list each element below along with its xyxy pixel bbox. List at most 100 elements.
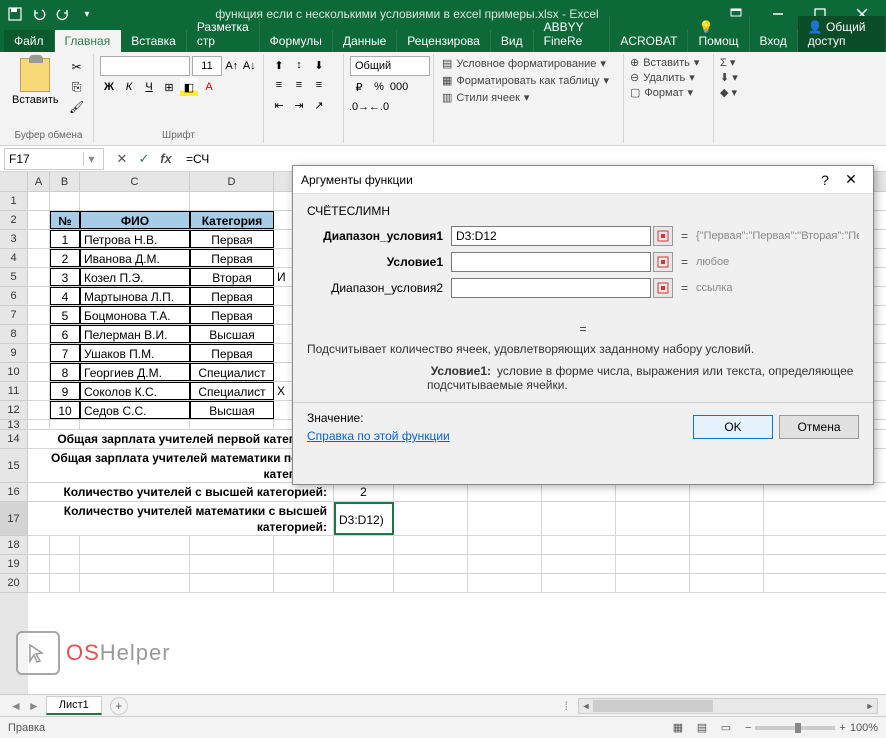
row-header[interactable]: 15 xyxy=(0,449,28,483)
decrease-decimal-icon[interactable]: ←.0 xyxy=(370,98,388,116)
dialog-titlebar[interactable]: Аргументы функции ? ✕ xyxy=(293,166,873,194)
delete-cells-button[interactable]: ⊖ Удалить ▾ xyxy=(630,71,707,84)
page-break-view-icon[interactable]: ▭ xyxy=(715,719,737,737)
italic-button[interactable]: К xyxy=(120,78,138,96)
row-header[interactable]: 19 xyxy=(0,555,28,574)
conditional-formatting-button[interactable]: ▤Условное форматирование ▾ xyxy=(440,56,617,71)
add-sheet-icon[interactable]: + xyxy=(110,697,128,715)
cancel-formula-icon[interactable]: ✕ xyxy=(112,149,132,169)
col-header[interactable]: D xyxy=(190,172,274,191)
copy-icon[interactable]: ⎘ xyxy=(67,78,87,96)
row-header[interactable]: 1 xyxy=(0,192,28,211)
row-header[interactable]: 7 xyxy=(0,306,28,325)
dialog-cancel-button[interactable]: Отмена xyxy=(779,415,859,439)
dialog-close-icon[interactable]: ✕ xyxy=(837,171,865,188)
increase-indent-icon[interactable]: ⇥ xyxy=(290,96,308,114)
range-selector-icon[interactable] xyxy=(653,226,673,246)
dialog-arg-input[interactable] xyxy=(451,278,651,298)
name-box[interactable]: F17 ▾ xyxy=(4,148,104,170)
increase-decimal-icon[interactable]: .0→ xyxy=(350,98,368,116)
scroll-thumb[interactable] xyxy=(593,700,713,712)
dialog-help-icon[interactable]: ? xyxy=(813,172,837,188)
cell-styles-button[interactable]: ▥Стили ячеек ▾ xyxy=(440,90,617,105)
align-top-icon[interactable]: ⬆ xyxy=(270,56,288,74)
tab-login[interactable]: Вход xyxy=(750,30,798,52)
qat-customize-icon[interactable]: ▾ xyxy=(76,3,98,25)
currency-icon[interactable]: ₽ xyxy=(350,78,368,96)
align-middle-icon[interactable]: ↕ xyxy=(290,56,308,74)
tab-formulas[interactable]: Формулы xyxy=(260,30,333,52)
row-header[interactable]: 18 xyxy=(0,536,28,555)
tab-insert[interactable]: Вставка xyxy=(121,30,187,52)
sheet-tab[interactable]: Лист1 xyxy=(46,696,102,715)
sheet-nav-next-icon[interactable]: ► xyxy=(26,699,42,713)
redo-icon[interactable] xyxy=(52,3,74,25)
zoom-out-icon[interactable]: − xyxy=(745,722,751,734)
row-header[interactable]: 10 xyxy=(0,363,28,382)
sheet-nav-prev-icon[interactable]: ◄ xyxy=(8,699,24,713)
row-header[interactable]: 4 xyxy=(0,249,28,268)
autosum-icon[interactable]: Σ ▾ xyxy=(720,56,768,69)
save-icon[interactable] xyxy=(4,3,26,25)
select-all-corner[interactable] xyxy=(0,172,28,191)
tab-layout[interactable]: Разметка стр xyxy=(187,16,260,52)
zoom-in-icon[interactable]: + xyxy=(839,722,845,734)
row-header[interactable]: 14 xyxy=(0,430,28,449)
tab-share[interactable]: 👤 Общий доступ xyxy=(798,16,886,52)
tab-file[interactable]: Файл xyxy=(4,30,55,52)
fill-color-icon[interactable]: ◧ xyxy=(180,78,198,96)
minimize-icon[interactable] xyxy=(758,2,798,26)
row-header[interactable]: 20 xyxy=(0,574,28,593)
font-color-icon[interactable]: A xyxy=(200,78,218,96)
scroll-left-icon[interactable]: ◄ xyxy=(579,701,593,711)
name-box-dropdown-icon[interactable]: ▾ xyxy=(83,152,99,166)
tab-review[interactable]: Рецензирова xyxy=(397,30,491,52)
format-painter-icon[interactable]: 🖌 xyxy=(67,98,87,116)
col-header[interactable]: C xyxy=(80,172,190,191)
row-header[interactable]: 13 xyxy=(0,420,28,430)
undo-icon[interactable] xyxy=(28,3,50,25)
row-header[interactable]: 5 xyxy=(0,268,28,287)
align-left-icon[interactable]: ≡ xyxy=(270,76,288,94)
tab-abbyy[interactable]: ABBYY FineRe xyxy=(534,16,611,52)
dialog-arg-input[interactable] xyxy=(451,252,651,272)
bold-button[interactable]: Ж xyxy=(100,78,118,96)
decrease-font-icon[interactable]: A↓ xyxy=(242,57,258,75)
tab-acrobat[interactable]: ACROBAT xyxy=(610,30,688,52)
range-selector-icon[interactable] xyxy=(653,252,673,272)
row-header[interactable]: 9 xyxy=(0,344,28,363)
comma-icon[interactable]: 000 xyxy=(390,78,408,96)
dialog-help-link[interactable]: Справка по этой функции xyxy=(307,429,450,443)
zoom-level[interactable]: 100% xyxy=(850,722,878,734)
enter-formula-icon[interactable]: ✓ xyxy=(134,149,154,169)
row-header[interactable]: 6 xyxy=(0,287,28,306)
normal-view-icon[interactable]: ▦ xyxy=(667,719,689,737)
row-header[interactable]: 16 xyxy=(0,483,28,502)
page-layout-view-icon[interactable]: ▤ xyxy=(691,719,713,737)
row-header[interactable]: 11 xyxy=(0,382,28,401)
range-selector-icon[interactable] xyxy=(653,278,673,298)
cut-icon[interactable]: ✂ xyxy=(67,58,87,76)
dialog-arg-input[interactable] xyxy=(451,226,651,246)
clear-icon[interactable]: ◆ ▾ xyxy=(720,86,768,99)
row-header[interactable]: 17 xyxy=(0,502,28,536)
col-header[interactable]: B xyxy=(50,172,80,191)
split-icon[interactable]: ⁞ xyxy=(565,699,568,713)
col-header[interactable]: A xyxy=(28,172,50,191)
tab-data[interactable]: Данные xyxy=(333,30,397,52)
scroll-right-icon[interactable]: ► xyxy=(863,701,877,711)
tab-home[interactable]: Главная xyxy=(55,30,122,52)
row-header[interactable]: 8 xyxy=(0,325,28,344)
insert-function-icon[interactable]: fx xyxy=(156,149,176,169)
decrease-indent-icon[interactable]: ⇤ xyxy=(270,96,288,114)
insert-cells-button[interactable]: ⊕ Вставить ▾ xyxy=(630,56,707,69)
align-bottom-icon[interactable]: ⬇ xyxy=(310,56,328,74)
row-header[interactable]: 2 xyxy=(0,211,28,230)
font-size-input[interactable] xyxy=(192,56,222,76)
align-center-icon[interactable]: ≡ xyxy=(290,76,308,94)
zoom-slider[interactable] xyxy=(755,726,835,730)
percent-icon[interactable]: % xyxy=(370,78,388,96)
row-header[interactable]: 3 xyxy=(0,230,28,249)
tab-view[interactable]: Вид xyxy=(491,30,534,52)
row-header[interactable]: 12 xyxy=(0,401,28,420)
